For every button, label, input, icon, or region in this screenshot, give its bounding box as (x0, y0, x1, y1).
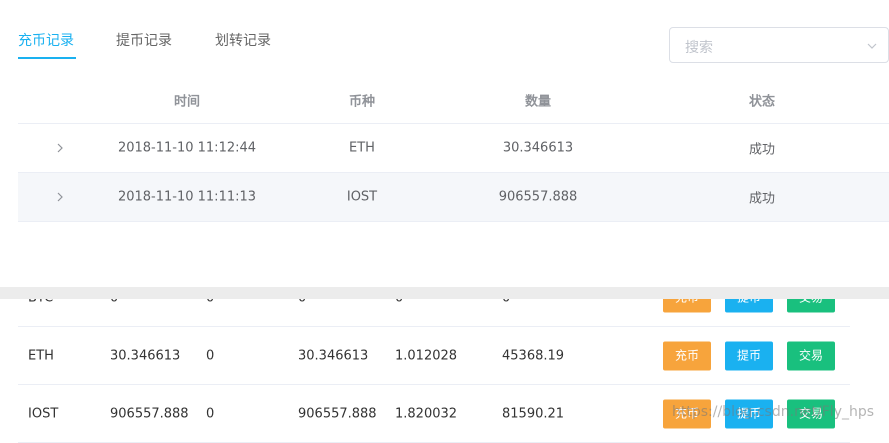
coin-cell: ETH (349, 140, 375, 156)
table-row: ETH 30.346613 0 30.346613 1.012028 45368… (18, 328, 850, 385)
available-cell: 30.346613 (298, 348, 369, 364)
value-cell: 45368.19 (502, 348, 565, 364)
coin-cell: ETH (28, 348, 54, 364)
tab-withdraw-records[interactable]: 提币记录 (116, 30, 172, 50)
table-row[interactable]: 2018-11-10 11:12:44 ETH 30.346613 成功 (18, 124, 889, 173)
withdraw-button[interactable]: 提币 (725, 341, 773, 371)
tab-transfer-records[interactable]: 划转记录 (215, 30, 271, 50)
available-cell: 906557.888 (298, 406, 377, 422)
quantity-cell: 906557.888 (498, 189, 578, 205)
coin-cell: IOST (28, 406, 59, 422)
frozen-cell: 0 (206, 406, 215, 422)
watermark-text: https://blog.csdn.net/Fly_hps (672, 404, 875, 420)
status-cell: 成功 (748, 191, 776, 207)
price-cell: 1.012028 (395, 348, 458, 364)
search-placeholder: 搜索 (685, 40, 713, 56)
chevron-down-icon (867, 43, 877, 49)
column-header-status: 状态 (748, 94, 776, 109)
coin-cell: IOST (346, 189, 378, 205)
frozen-cell: 0 (206, 348, 215, 364)
active-tab-indicator (18, 57, 76, 59)
price-cell: 1.820032 (395, 406, 458, 422)
chevron-right-icon[interactable] (54, 191, 66, 203)
status-cell: 成功 (748, 142, 776, 158)
popup-shadow (0, 287, 889, 299)
total-cell: 906557.888 (110, 406, 189, 422)
table-header: 时间 币种 数量 状态 (18, 76, 889, 124)
column-header-quantity: 数量 (524, 94, 552, 109)
value-cell: 81590.21 (502, 406, 565, 422)
tab-deposit-records[interactable]: 充币记录 (18, 30, 74, 50)
search-select[interactable]: 搜索 (669, 27, 889, 63)
total-cell: 30.346613 (110, 348, 181, 364)
trade-button[interactable]: 交易 (787, 341, 835, 371)
charge-button[interactable]: 充币 (663, 341, 711, 371)
column-header-coin: 币种 (348, 94, 376, 109)
time-cell: 2018-11-10 11:12:44 (117, 140, 257, 156)
time-cell: 2018-11-10 11:11:13 (117, 189, 257, 205)
records-panel: 充币记录 提币记录 划转记录 搜索 时间 币种 数量 状态 2018-11-10… (0, 0, 889, 287)
column-header-time: 时间 (173, 94, 201, 109)
quantity-cell: 30.346613 (502, 140, 574, 156)
chevron-right-icon[interactable] (54, 142, 66, 154)
table-row[interactable]: 2018-11-10 11:11:13 IOST 906557.888 成功 (18, 173, 889, 222)
